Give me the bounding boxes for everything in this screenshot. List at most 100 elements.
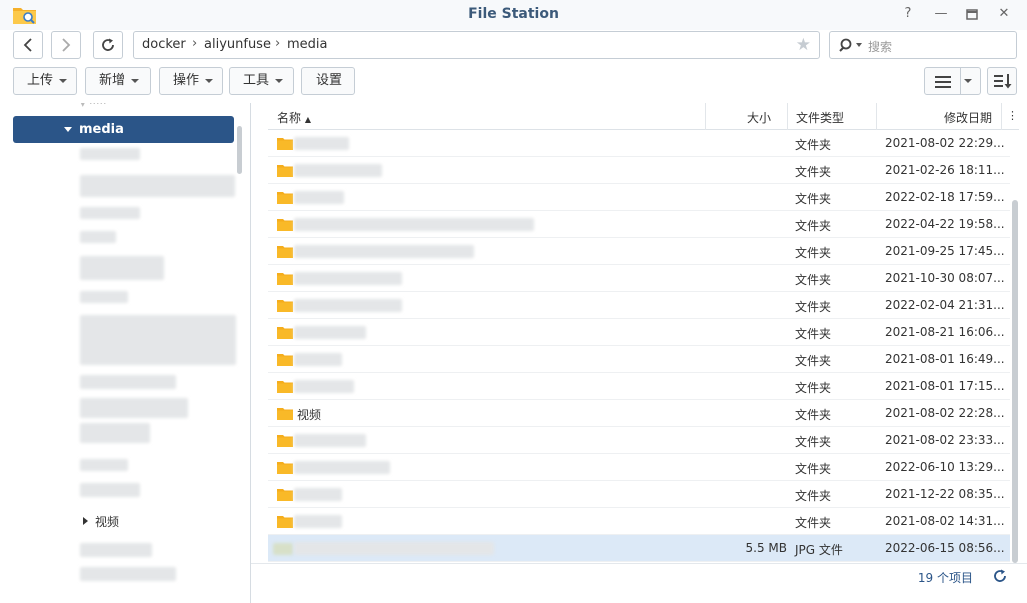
file-modified: 2021-12-22 08:35... bbox=[885, 487, 1005, 501]
table-row[interactable]: 文件夹 2021-08-01 16:49... bbox=[268, 346, 1010, 373]
tree-item-video[interactable]: 视频 bbox=[95, 513, 119, 530]
column-divider[interactable] bbox=[705, 103, 706, 130]
table-row[interactable]: 文件夹 2021-08-01 17:15... bbox=[268, 373, 1010, 400]
table-row[interactable]: 文件夹 2021-08-02 14:31... bbox=[268, 508, 1010, 535]
file-list-scrollbar[interactable] bbox=[1012, 200, 1018, 563]
sort-button[interactable] bbox=[987, 67, 1017, 95]
tree-item-redacted[interactable] bbox=[80, 207, 140, 219]
path-bar[interactable]: docker › aliyunfuse › media ★ bbox=[133, 31, 820, 59]
table-row[interactable]: 文件夹 2021-10-30 08:07... bbox=[268, 265, 1010, 292]
column-header-modified[interactable]: 修改日期 bbox=[944, 109, 992, 126]
table-row[interactable]: 文件夹 2021-09-25 17:45... bbox=[268, 238, 1010, 265]
file-modified: 2022-02-04 21:31... bbox=[885, 298, 1005, 312]
column-header-size[interactable]: 大小 bbox=[747, 109, 771, 126]
file-modified: 2022-04-22 19:58... bbox=[885, 217, 1005, 231]
title-bar: File Station ? — ✕ bbox=[0, 0, 1027, 30]
table-row[interactable]: 文件夹 2021-08-21 16:06... bbox=[268, 319, 1010, 346]
breadcrumb-docker[interactable]: docker bbox=[142, 37, 186, 52]
file-type: 文件夹 bbox=[795, 192, 832, 206]
caret-down-icon bbox=[275, 78, 284, 83]
tree-item-redacted[interactable] bbox=[80, 375, 176, 389]
folder-icon bbox=[277, 462, 293, 474]
view-mode-button[interactable] bbox=[924, 67, 981, 95]
folder-icon bbox=[277, 192, 293, 204]
table-row[interactable]: 文件夹 2022-06-10 13:29... bbox=[268, 454, 1010, 481]
table-row[interactable]: 文件夹 2021-12-22 08:35... bbox=[268, 481, 1010, 508]
column-divider[interactable] bbox=[876, 103, 877, 130]
tree-item-redacted[interactable] bbox=[80, 148, 140, 160]
tree-scrollbar[interactable] bbox=[237, 126, 242, 174]
collapsed-arrow-icon[interactable] bbox=[83, 517, 88, 525]
tree-item-redacted[interactable] bbox=[80, 398, 188, 418]
forward-button[interactable] bbox=[51, 31, 81, 59]
expanded-arrow-icon bbox=[64, 127, 72, 132]
refresh-button[interactable] bbox=[93, 31, 123, 59]
tree-item-redacted[interactable] bbox=[80, 315, 236, 365]
breadcrumb-media[interactable]: media bbox=[287, 37, 328, 52]
file-name-redacted bbox=[294, 245, 474, 258]
file-list-header: 名称 ▲ 大小 文件类型 修改日期 ⋮ bbox=[268, 103, 1019, 130]
tree-item-redacted[interactable] bbox=[80, 459, 128, 471]
folder-icon bbox=[277, 300, 293, 312]
table-row[interactable]: 文件夹 2021-08-02 23:33... bbox=[268, 427, 1010, 454]
column-header-type[interactable]: 文件类型 bbox=[796, 109, 844, 126]
search-input[interactable]: 搜索 bbox=[829, 31, 1017, 59]
file-name-redacted bbox=[294, 299, 402, 312]
tree-item-redacted[interactable] bbox=[80, 567, 176, 581]
tree-item-redacted[interactable] bbox=[80, 256, 164, 280]
close-icon[interactable]: ✕ bbox=[994, 5, 1014, 23]
table-row[interactable]: 文件夹 2022-04-22 19:58... bbox=[268, 211, 1010, 238]
file-name-redacted bbox=[294, 272, 402, 285]
minimize-icon[interactable]: — bbox=[931, 5, 951, 23]
table-row[interactable]: 文件夹 2021-08-02 22:29... bbox=[268, 130, 1010, 157]
table-row[interactable]: 文件夹 2022-02-04 21:31... bbox=[268, 292, 1010, 319]
column-divider[interactable] bbox=[1001, 103, 1002, 130]
help-icon[interactable]: ? bbox=[898, 5, 918, 23]
upload-button[interactable]: 上传 bbox=[13, 67, 77, 95]
create-button[interactable]: 新增 bbox=[85, 67, 151, 95]
table-row[interactable]: 文件夹 2021-02-26 18:11... bbox=[268, 157, 1010, 184]
folder-icon bbox=[277, 165, 293, 177]
folder-icon bbox=[277, 354, 293, 366]
tools-button[interactable]: 工具 bbox=[229, 67, 294, 95]
tree-item-redacted[interactable] bbox=[80, 175, 235, 197]
file-modified: 2022-06-15 08:56... bbox=[885, 541, 1005, 555]
tree-item-redacted[interactable] bbox=[80, 231, 116, 243]
file-type: 文件夹 bbox=[795, 381, 832, 395]
table-row[interactable]: 视频 文件夹 2021-08-02 22:28... bbox=[268, 400, 1010, 427]
folder-icon bbox=[277, 516, 293, 528]
maximize-icon[interactable] bbox=[962, 5, 982, 23]
file-modified: 2021-02-26 18:11... bbox=[885, 163, 1005, 177]
file-type: 文件夹 bbox=[795, 246, 832, 260]
file-type: 文件夹 bbox=[795, 165, 832, 179]
tree-item-redacted[interactable] bbox=[80, 291, 128, 303]
file-name: 视频 bbox=[297, 408, 322, 422]
caret-down-icon bbox=[205, 78, 214, 83]
settings-label: 设置 bbox=[316, 73, 343, 88]
table-row[interactable]: 5.5 MB JPG 文件 2022-06-15 08:56... bbox=[268, 535, 1010, 562]
file-type: 文件夹 bbox=[795, 462, 832, 476]
tree-item-media[interactable]: media bbox=[13, 116, 234, 143]
folder-icon bbox=[277, 138, 293, 150]
back-button[interactable] bbox=[13, 31, 43, 59]
settings-button[interactable]: 设置 bbox=[301, 67, 355, 95]
favorite-star-icon[interactable]: ★ bbox=[796, 35, 811, 55]
column-options-icon[interactable]: ⋮ bbox=[1007, 109, 1018, 122]
column-divider[interactable] bbox=[787, 103, 788, 130]
folder-icon bbox=[277, 381, 293, 393]
tree-item-redacted[interactable] bbox=[80, 543, 152, 557]
file-name-redacted bbox=[294, 326, 366, 339]
column-header-name[interactable]: 名称 ▲ bbox=[277, 109, 311, 126]
action-button[interactable]: 操作 bbox=[159, 67, 223, 95]
create-label: 新增 bbox=[99, 73, 126, 88]
file-name-redacted bbox=[294, 488, 342, 501]
refresh-icon[interactable] bbox=[993, 569, 1007, 586]
panel-divider[interactable] bbox=[250, 103, 251, 603]
tree-item-redacted[interactable] bbox=[80, 483, 140, 497]
table-row[interactable]: 文件夹 2022-02-18 17:59... bbox=[268, 184, 1010, 211]
file-name-redacted bbox=[294, 434, 366, 447]
breadcrumb-aliyunfuse[interactable]: aliyunfuse bbox=[204, 37, 271, 52]
file-type: 文件夹 bbox=[795, 354, 832, 368]
file-type: 文件夹 bbox=[795, 327, 832, 341]
tree-item-redacted[interactable] bbox=[80, 423, 150, 443]
